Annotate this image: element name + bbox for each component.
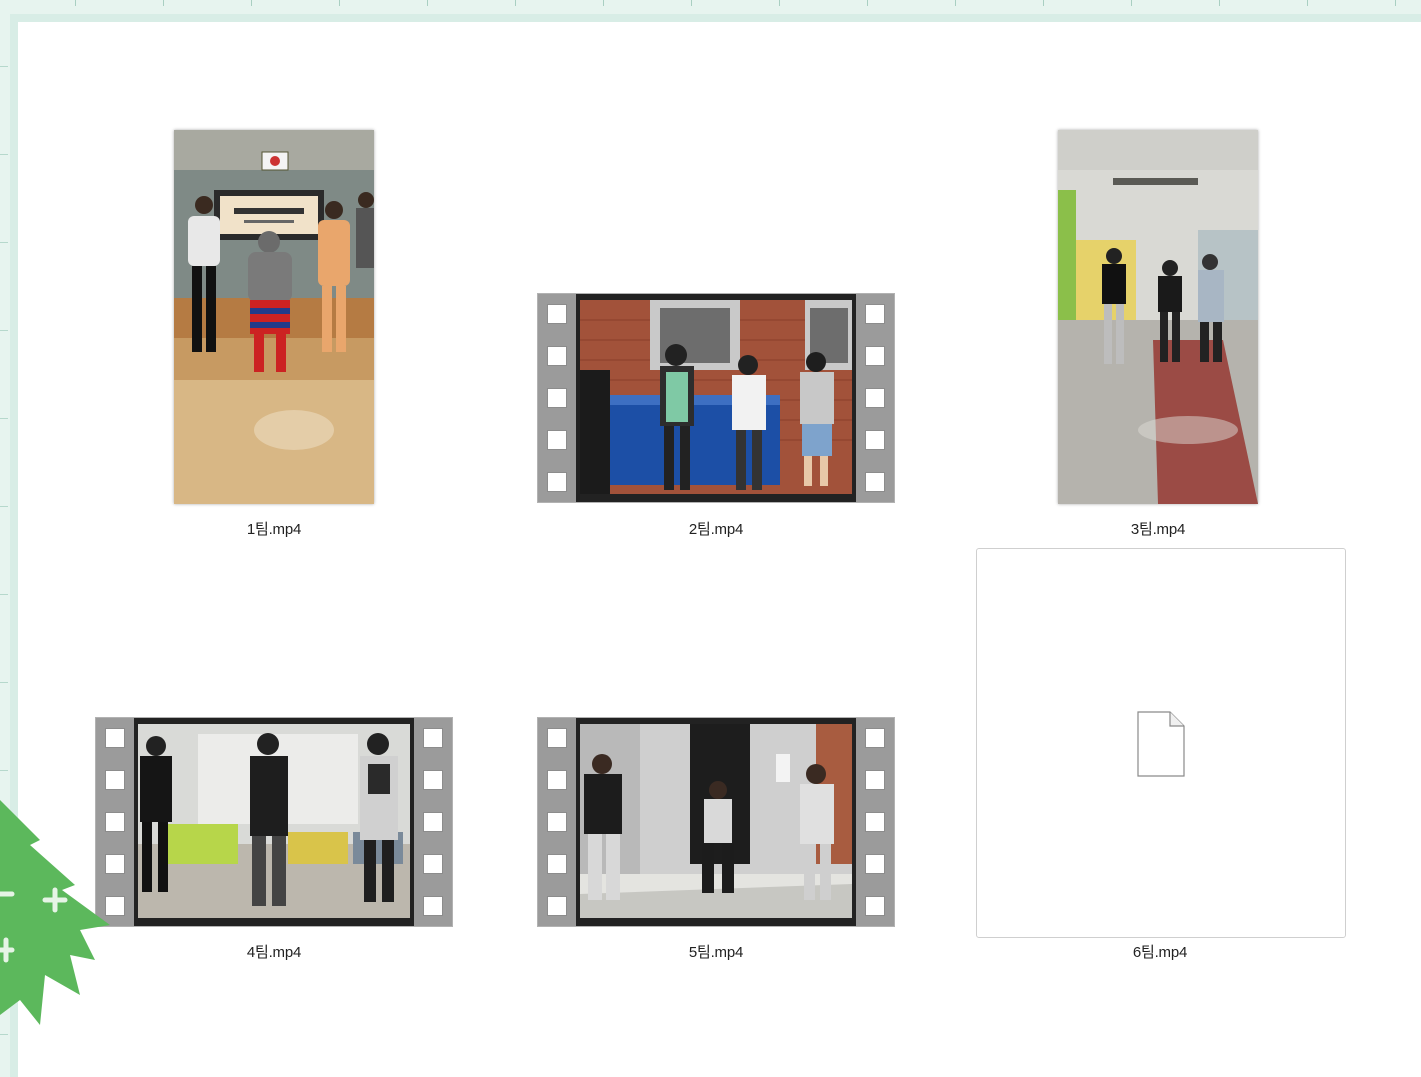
file-icon [1137, 711, 1185, 777]
video-thumbnail-4 [95, 717, 453, 927]
file-name-5: 5팀.mp4 [688, 944, 744, 961]
video-thumbnail-2 [537, 293, 895, 503]
video-thumbnail-3 [1058, 130, 1258, 504]
video-thumbnail-5 [537, 717, 895, 927]
file-name-4: 4팀.mp4 [246, 944, 302, 961]
file-item-5[interactable]: 5팀.mp4 [537, 717, 895, 967]
file-item-3[interactable]: 3팀.mp4 [1058, 130, 1258, 540]
file-name-2: 2팀.mp4 [688, 521, 744, 538]
file-name-1: 1팀.mp4 [246, 521, 302, 538]
video-thumbnail-1 [174, 130, 374, 504]
tree-decoration-icon [0, 800, 110, 1025]
file-item-2[interactable]: 2팀.mp4 [537, 293, 895, 543]
file-name-3: 3팀.mp4 [1130, 521, 1186, 538]
file-item-4[interactable]: 4팀.mp4 [95, 717, 453, 967]
file-item-1[interactable]: 1팀.mp4 [174, 130, 374, 540]
top-ruler [0, 0, 1421, 14]
file-card-6[interactable] [976, 548, 1346, 938]
